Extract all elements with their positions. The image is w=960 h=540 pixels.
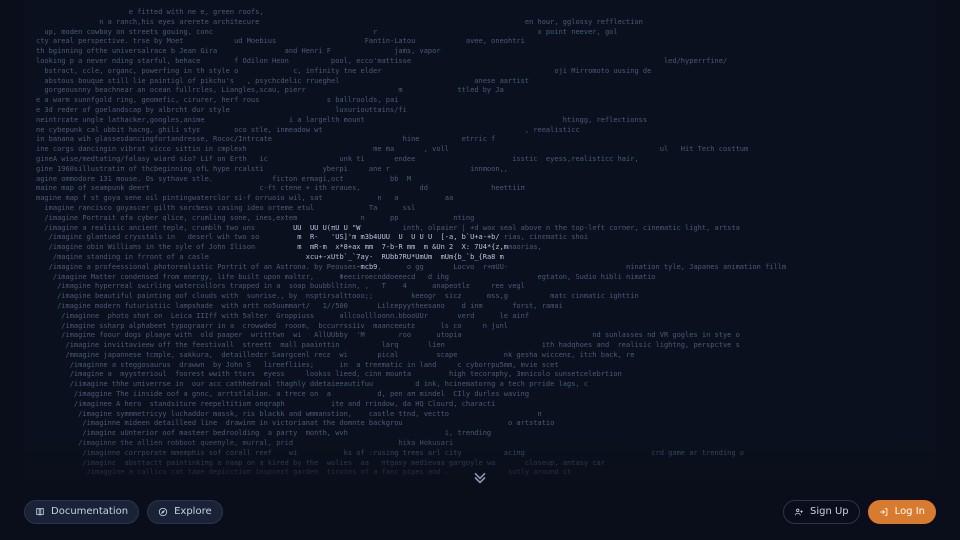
book-icon (35, 507, 45, 517)
scroll-down-cue[interactable] (470, 470, 490, 490)
documentation-button[interactable]: Documentation (24, 500, 139, 524)
prompt-feed: e fitted with ne e, green roofs, n a ran… (36, 8, 924, 478)
signup-label: Sign Up (810, 505, 849, 519)
bottom-bar: Documentation Explore Sign Up Log In (24, 498, 936, 526)
login-button[interactable]: Log In (868, 500, 936, 524)
explore-button[interactable]: Explore (147, 500, 223, 524)
explore-label: Explore (174, 505, 212, 519)
login-label: Log In (895, 505, 925, 519)
feed-panel: e fitted with ne e, green roofs, n a ran… (24, 0, 936, 492)
signup-button[interactable]: Sign Up (783, 500, 860, 524)
login-icon (879, 507, 889, 517)
compass-icon (158, 507, 168, 517)
documentation-label: Documentation (51, 505, 128, 519)
user-plus-icon (794, 507, 804, 517)
